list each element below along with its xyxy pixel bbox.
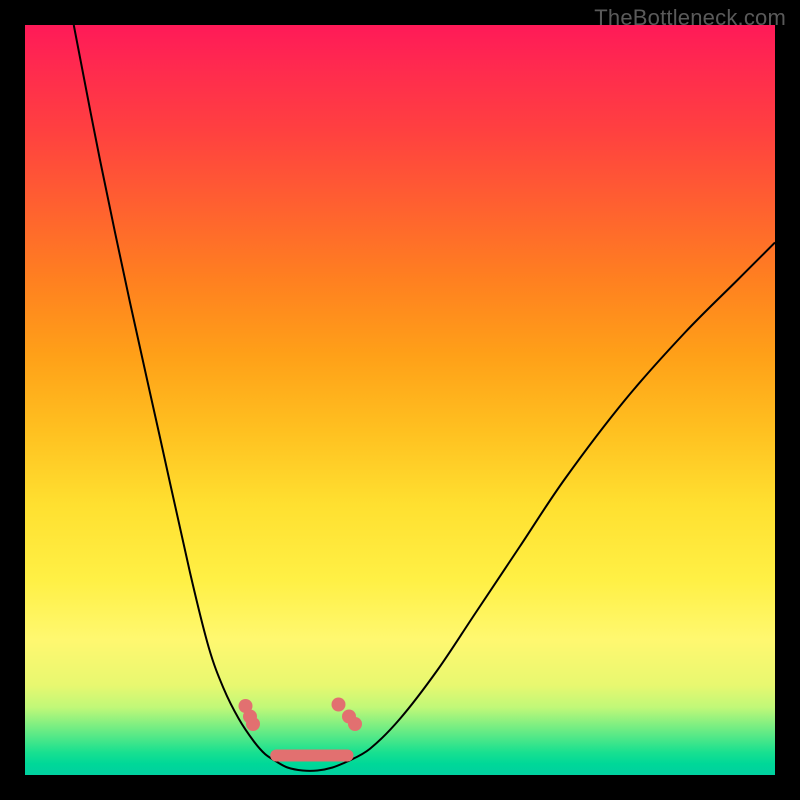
curve-right-branch [348, 243, 776, 762]
chart-frame: TheBottleneck.com [0, 0, 800, 800]
data-marker [332, 698, 346, 712]
curve-valley [276, 762, 347, 771]
data-marker [348, 717, 362, 731]
data-markers [239, 698, 363, 732]
curve-left-branch [74, 25, 277, 762]
bottleneck-curve [25, 25, 775, 775]
watermark-text: TheBottleneck.com [594, 5, 786, 31]
data-marker [246, 717, 260, 731]
plot-area [25, 25, 775, 775]
